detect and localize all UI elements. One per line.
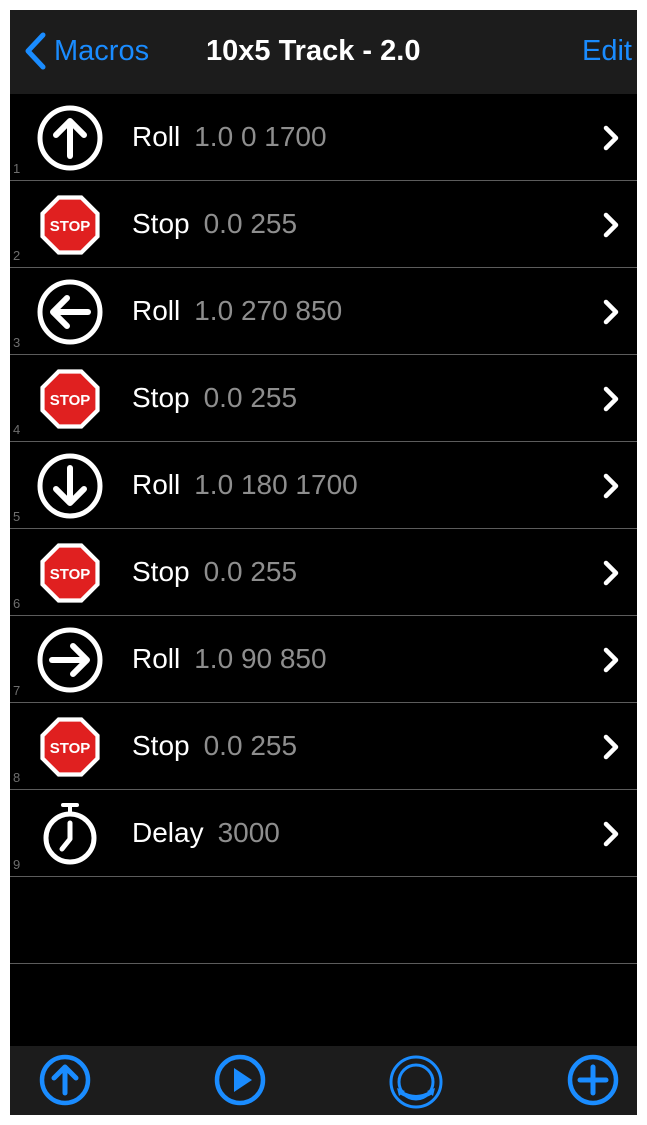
row-text: Roll 1.0 180 1700 <box>132 442 358 529</box>
command-name: Roll <box>132 643 181 674</box>
row-index: 3 <box>13 335 21 350</box>
upload-button[interactable] <box>39 1054 91 1106</box>
chevron-right-icon <box>603 473 619 499</box>
macro-command-row[interactable]: 5 Roll 1.0 180 1700 <box>10 442 637 529</box>
row-index: 6 <box>13 596 21 611</box>
command-parameters: 0.0 255 <box>203 730 298 761</box>
row-text: Stop 0.0 255 <box>132 181 297 268</box>
add-icon <box>567 1054 619 1106</box>
arrow-down-icon <box>37 453 103 519</box>
chevron-right-icon <box>603 560 619 586</box>
add-command-button[interactable] <box>567 1054 619 1106</box>
command-parameters: 0.0 255 <box>203 556 298 587</box>
command-parameters: 3000 <box>217 817 280 848</box>
macro-command-row[interactable]: 2 STOP Stop 0.0 255 <box>10 181 637 268</box>
row-text: Roll 1.0 90 850 <box>132 616 327 703</box>
row-text: Roll 1.0 270 850 <box>132 268 342 355</box>
command-name: Roll <box>132 295 181 326</box>
command-parameters: 0.0 255 <box>203 208 298 239</box>
command-parameters: 0.0 255 <box>203 382 298 413</box>
bottom-toolbar <box>10 1046 637 1115</box>
navigation-bar: Macros 10x5 Track - 2.0 Edit <box>10 10 637 94</box>
chevron-right-icon <box>603 734 619 760</box>
row-index: 9 <box>13 857 21 872</box>
row-text: Stop 0.0 255 <box>132 355 297 442</box>
command-parameters: 1.0 270 850 <box>194 295 343 326</box>
play-button[interactable] <box>214 1054 266 1106</box>
device-rotate-button[interactable] <box>388 1054 443 1109</box>
play-icon <box>214 1054 266 1106</box>
row-index: 8 <box>13 770 21 785</box>
command-name: Roll <box>132 469 181 500</box>
back-button[interactable]: Macros <box>24 28 149 74</box>
row-index: 4 <box>13 422 21 437</box>
arrow-left-icon <box>37 279 103 345</box>
arrow-up-icon <box>37 105 103 171</box>
chevron-right-icon <box>603 647 619 673</box>
chevron-right-icon <box>603 386 619 412</box>
page-title: 10x5 Track - 2.0 <box>206 35 421 67</box>
empty-list-row <box>10 877 637 964</box>
device-rotate-icon <box>388 1054 443 1110</box>
row-text: Roll 1.0 0 1700 <box>132 94 327 181</box>
row-text: Delay 3000 <box>132 790 280 877</box>
macro-command-row[interactable]: 4 STOP Stop 0.0 255 <box>10 355 637 442</box>
chevron-left-icon <box>24 32 46 70</box>
macro-command-row[interactable]: 1 Roll 1.0 0 1700 <box>10 94 637 181</box>
stop-sign-text: STOP <box>50 392 91 409</box>
macro-command-row[interactable]: 9 Delay 3000 <box>10 790 637 877</box>
stop-sign-icon: STOP <box>37 366 103 432</box>
stop-sign-icon: STOP <box>37 540 103 606</box>
stop-sign-text: STOP <box>50 218 91 235</box>
command-parameters: 1.0 0 1700 <box>194 121 327 152</box>
command-parameters: 1.0 90 850 <box>194 643 327 674</box>
row-index: 7 <box>13 683 21 698</box>
macro-editor-screen: Macros 10x5 Track - 2.0 Edit 1 Roll 1.0 0 … <box>10 10 637 1115</box>
row-text: Stop 0.0 255 <box>132 703 297 790</box>
stopwatch-icon <box>37 801 103 867</box>
chevron-right-icon <box>603 212 619 238</box>
command-name: Delay <box>132 817 204 848</box>
chevron-right-icon <box>603 125 619 151</box>
stop-sign-text: STOP <box>50 740 91 757</box>
row-index: 1 <box>13 161 21 176</box>
command-name: Stop <box>132 382 190 413</box>
row-index: 2 <box>13 248 21 263</box>
edit-button[interactable]: Edit <box>582 28 632 74</box>
chevron-right-icon <box>603 299 619 325</box>
command-name: Stop <box>132 556 190 587</box>
stop-sign-icon: STOP <box>37 192 103 258</box>
macro-command-row[interactable]: 7 Roll 1.0 90 850 <box>10 616 637 703</box>
row-text: Stop 0.0 255 <box>132 529 297 616</box>
macro-command-list: 1 Roll 1.0 0 1700 2 STOP Stop 0.0 255 3 Roll 1.0 … <box>10 94 637 964</box>
macro-command-row[interactable]: 6 STOP Stop 0.0 255 <box>10 529 637 616</box>
macro-command-row[interactable]: 8 STOP Stop 0.0 255 <box>10 703 637 790</box>
command-name: Roll <box>132 121 181 152</box>
command-name: Stop <box>132 730 190 761</box>
arrow-right-icon <box>37 627 103 693</box>
command-parameters: 1.0 180 1700 <box>194 469 358 500</box>
stop-sign-icon: STOP <box>37 714 103 780</box>
macro-command-row[interactable]: 3 Roll 1.0 270 850 <box>10 268 637 355</box>
row-index: 5 <box>13 509 21 524</box>
command-name: Stop <box>132 208 190 239</box>
back-button-label: Macros <box>54 34 150 67</box>
stop-sign-text: STOP <box>50 566 91 583</box>
chevron-right-icon <box>603 821 619 847</box>
upload-icon <box>39 1054 91 1106</box>
